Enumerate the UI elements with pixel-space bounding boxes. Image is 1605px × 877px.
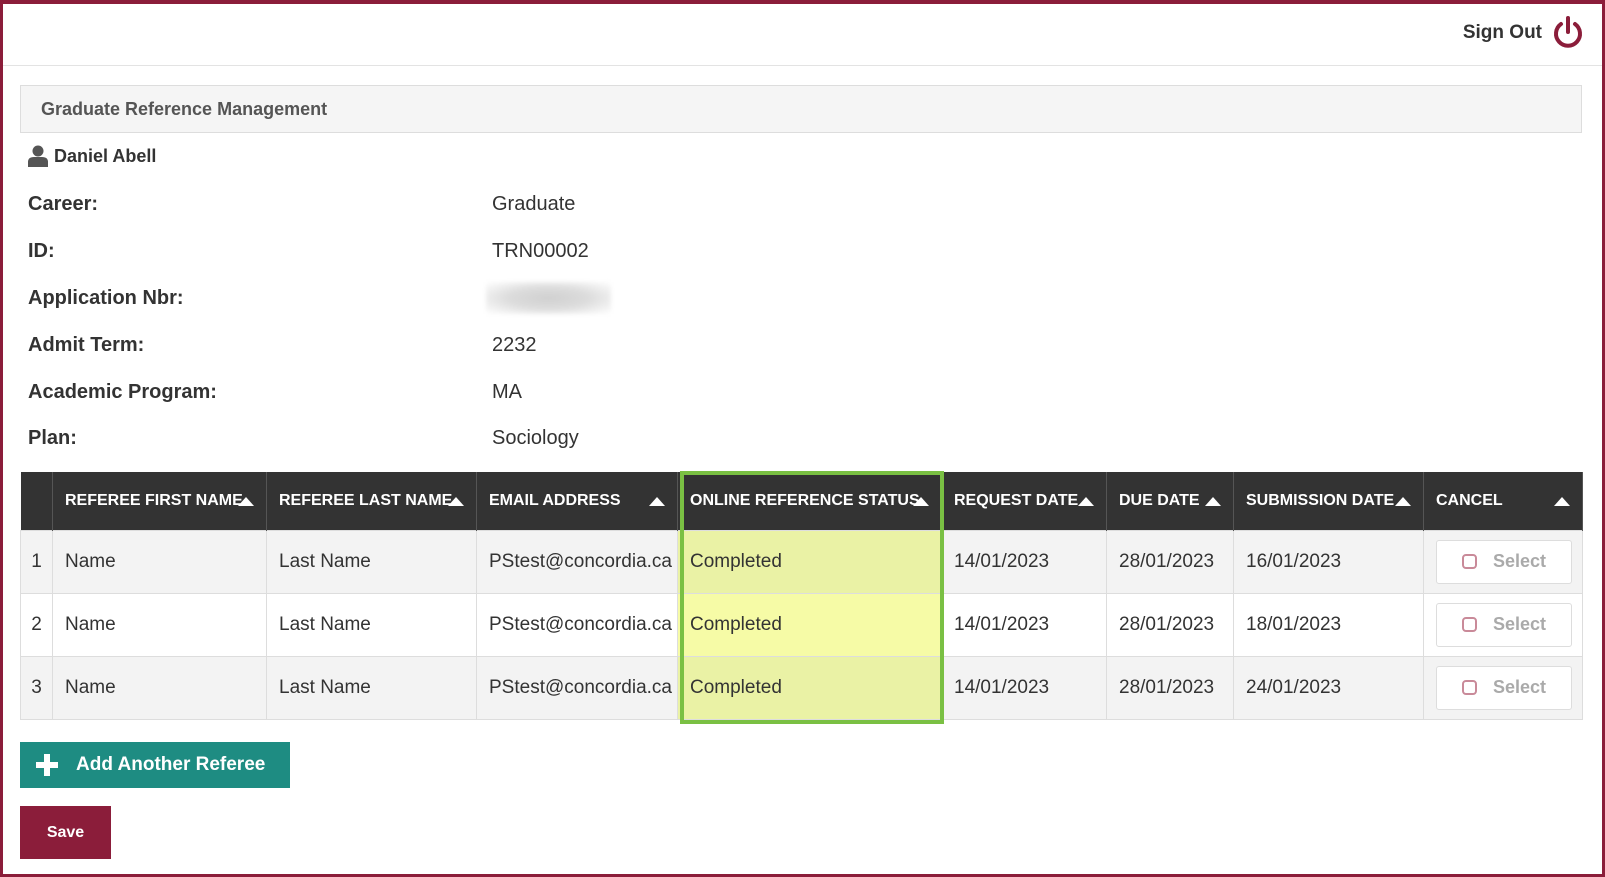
referee-last-name: Last Name bbox=[266, 529, 477, 594]
application-nbr-row: Application Nbr: bbox=[28, 287, 828, 317]
admit-term-value: 2232 bbox=[492, 334, 537, 356]
academic-program-value: MA bbox=[492, 381, 522, 403]
referee-email: PStest@concordia.ca bbox=[476, 655, 678, 720]
sort-icon bbox=[1554, 497, 1570, 506]
header-submission-date[interactable]: SUBMISSION DATE bbox=[1233, 472, 1424, 530]
plan-value: Sociology bbox=[492, 427, 579, 449]
cancel-cell: Select bbox=[1423, 655, 1583, 720]
id-row: ID: TRN00002 bbox=[28, 240, 828, 270]
select-label: Select bbox=[1492, 614, 1547, 634]
header-status[interactable]: ONLINE REFERENCE STATUS bbox=[677, 472, 942, 530]
reference-status: Completed bbox=[677, 529, 942, 594]
reference-status: Completed bbox=[677, 655, 942, 720]
header-last-name[interactable]: REFEREE LAST NAME bbox=[266, 472, 477, 530]
sort-icon bbox=[913, 497, 929, 506]
table-row: 3 Name Last Name PStest@concordia.ca Com… bbox=[20, 655, 1583, 720]
header-email[interactable]: EMAIL ADDRESS bbox=[476, 472, 678, 530]
checkbox-icon bbox=[1461, 554, 1477, 569]
request-date: 14/01/2023 bbox=[941, 655, 1107, 720]
table-row: 2 Name Last Name PStest@concordia.ca Com… bbox=[20, 592, 1583, 657]
sign-out-label: Sign Out bbox=[1462, 22, 1542, 43]
sort-icon bbox=[448, 497, 464, 506]
sort-icon bbox=[1395, 497, 1411, 506]
checkbox-icon bbox=[1461, 680, 1477, 695]
admit-term-label: Admit Term: bbox=[28, 334, 145, 356]
request-date: 14/01/2023 bbox=[941, 592, 1107, 657]
plus-icon bbox=[36, 754, 58, 776]
referee-last-name: Last Name bbox=[266, 655, 477, 720]
submission-date: 24/01/2023 bbox=[1233, 655, 1424, 720]
career-value: Graduate bbox=[492, 193, 576, 215]
sort-icon bbox=[238, 497, 254, 506]
select-label: Select bbox=[1492, 551, 1547, 571]
application-nbr-redacted bbox=[486, 282, 611, 314]
id-label: ID: bbox=[28, 240, 55, 262]
submission-date: 16/01/2023 bbox=[1233, 529, 1424, 594]
sort-icon bbox=[1205, 497, 1221, 506]
submission-date: 18/01/2023 bbox=[1233, 592, 1424, 657]
header-due-date[interactable]: DUE DATE bbox=[1106, 472, 1234, 530]
sign-out-button[interactable]: Sign Out bbox=[1463, 16, 1584, 50]
user-icon bbox=[28, 145, 48, 167]
referee-first-name: Name bbox=[52, 592, 267, 657]
power-icon bbox=[1554, 16, 1582, 48]
sort-icon bbox=[1078, 497, 1094, 506]
academic-program-label: Academic Program: bbox=[28, 381, 217, 403]
id-value: TRN00002 bbox=[492, 240, 589, 262]
add-referee-label: Add Another Referee bbox=[76, 754, 266, 775]
career-label: Career: bbox=[28, 193, 99, 215]
row-number: 3 bbox=[20, 655, 53, 720]
top-bar: Sign Out bbox=[3, 4, 1602, 66]
cancel-select-button[interactable]: Select bbox=[1436, 665, 1572, 710]
header-index bbox=[20, 472, 53, 530]
user-info: Daniel Abell bbox=[28, 145, 156, 167]
academic-program-row: Academic Program: MA bbox=[28, 381, 828, 411]
add-another-referee-button[interactable]: Add Another Referee bbox=[20, 742, 290, 788]
user-name: Daniel Abell bbox=[54, 146, 157, 166]
cancel-select-button[interactable]: Select bbox=[1436, 539, 1572, 584]
table-row: 1 Name Last Name PStest@concordia.ca Com… bbox=[20, 529, 1583, 594]
panel-title: Graduate Reference Management bbox=[20, 85, 1582, 133]
application-nbr-label: Application Nbr: bbox=[28, 287, 184, 309]
cancel-select-button[interactable]: Select bbox=[1436, 602, 1572, 647]
referee-last-name: Last Name bbox=[266, 592, 477, 657]
career-row: Career: Graduate bbox=[28, 193, 828, 223]
referee-table: REFEREE FIRST NAME REFEREE LAST NAME EMA… bbox=[20, 472, 1583, 720]
request-date: 14/01/2023 bbox=[941, 529, 1107, 594]
plan-label: Plan: bbox=[28, 427, 77, 449]
due-date: 28/01/2023 bbox=[1106, 592, 1234, 657]
plan-row: Plan: Sociology bbox=[28, 427, 828, 457]
referee-first-name: Name bbox=[52, 655, 267, 720]
referee-first-name: Name bbox=[52, 529, 267, 594]
referee-email: PStest@concordia.ca bbox=[476, 529, 678, 594]
row-number: 2 bbox=[20, 592, 53, 657]
cancel-cell: Select bbox=[1423, 592, 1583, 657]
select-label: Select bbox=[1492, 677, 1547, 697]
header-request-date[interactable]: REQUEST DATE bbox=[941, 472, 1107, 530]
header-cancel[interactable]: CANCEL bbox=[1423, 472, 1583, 530]
due-date: 28/01/2023 bbox=[1106, 655, 1234, 720]
referee-email: PStest@concordia.ca bbox=[476, 592, 678, 657]
header-first-name[interactable]: REFEREE FIRST NAME bbox=[52, 472, 267, 530]
sort-icon bbox=[649, 497, 665, 506]
row-number: 1 bbox=[20, 529, 53, 594]
admit-term-row: Admit Term: 2232 bbox=[28, 334, 828, 364]
due-date: 28/01/2023 bbox=[1106, 529, 1234, 594]
checkbox-icon bbox=[1461, 617, 1477, 632]
save-button[interactable]: Save bbox=[20, 806, 111, 859]
reference-status: Completed bbox=[677, 592, 942, 657]
cancel-cell: Select bbox=[1423, 529, 1583, 594]
